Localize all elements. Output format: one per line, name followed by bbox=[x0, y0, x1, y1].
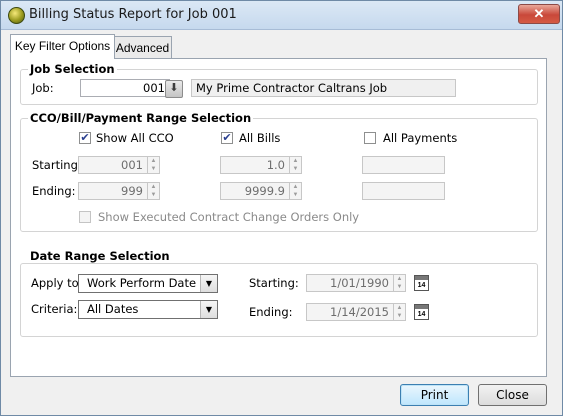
end-date-calendar-icon[interactable]: 14 bbox=[414, 304, 429, 320]
cco-end-spinner[interactable]: ▲ ▼ bbox=[148, 182, 160, 200]
payment-end-input[interactable] bbox=[362, 182, 445, 200]
apply-to-select[interactable]: Work Perform Date ▼ bbox=[78, 274, 218, 293]
bill-end-input[interactable]: 9999.9 bbox=[220, 182, 290, 200]
job-label: Job: bbox=[32, 81, 54, 95]
window-close-icon[interactable]: ✕ bbox=[518, 4, 560, 24]
all-payments-label: All Payments bbox=[383, 131, 458, 145]
job-lookup-icon[interactable]: ⬇ bbox=[165, 80, 183, 98]
show-all-cco-label: Show All CCO bbox=[96, 131, 174, 145]
report-window: Billing Status Report for Job 001 ✕ Key … bbox=[0, 0, 563, 416]
tab-advanced[interactable]: Advanced bbox=[113, 36, 172, 59]
app-icon bbox=[8, 7, 25, 24]
start-date-calendar-icon[interactable]: 14 bbox=[414, 275, 429, 291]
key-filter-panel: Job Selection Job: 001 ⬇ My Prime Contra… bbox=[10, 58, 547, 377]
job-name-display: My Prime Contractor Caltrans Job bbox=[191, 79, 456, 97]
close-button[interactable]: Close bbox=[478, 384, 547, 406]
all-bills-checkbox[interactable]: ✔ bbox=[221, 132, 233, 144]
all-payments-checkbox[interactable] bbox=[364, 132, 376, 144]
executed-cco-only-checkbox[interactable] bbox=[79, 211, 91, 223]
job-number-input[interactable]: 001 bbox=[80, 79, 170, 97]
title-bar: Billing Status Report for Job 001 ✕ bbox=[1, 1, 562, 30]
start-date-spinner[interactable]: ▲ ▼ bbox=[394, 274, 406, 292]
cco-start-spinner[interactable]: ▲ ▼ bbox=[148, 156, 160, 174]
show-all-cco-checkbox[interactable]: ✔ bbox=[79, 132, 91, 144]
criteria-select[interactable]: All Dates ▼ bbox=[78, 300, 218, 319]
date-ending-label: Ending: bbox=[249, 305, 293, 319]
print-button[interactable]: Print bbox=[400, 384, 469, 406]
job-selection-title: Job Selection bbox=[28, 62, 117, 76]
date-starting-label: Starting: bbox=[249, 276, 299, 290]
cco-ending-label: Ending: bbox=[32, 184, 76, 198]
end-date-input[interactable]: 1/14/2015 bbox=[306, 303, 394, 321]
date-range-title: Date Range Selection bbox=[28, 249, 172, 263]
start-date-input[interactable]: 1/01/1990 bbox=[306, 274, 394, 292]
all-bills-label: All Bills bbox=[239, 131, 281, 145]
cco-start-input[interactable]: 001 bbox=[78, 156, 148, 174]
chevron-down-icon[interactable]: ▼ bbox=[200, 275, 217, 292]
chevron-down-icon[interactable]: ▼ bbox=[200, 301, 217, 318]
end-date-spinner[interactable]: ▲ ▼ bbox=[394, 303, 406, 321]
bill-start-spinner[interactable]: ▲ ▼ bbox=[290, 156, 302, 174]
criteria-value: All Dates bbox=[87, 302, 139, 316]
apply-to-value: Work Perform Date bbox=[87, 276, 197, 290]
payment-start-input[interactable] bbox=[362, 156, 445, 174]
cco-range-title: CCO/Bill/Payment Range Selection bbox=[28, 111, 254, 125]
executed-cco-only-label: Show Executed Contract Change Orders Onl… bbox=[98, 210, 360, 224]
cco-end-input[interactable]: 999 bbox=[78, 182, 148, 200]
window-title: Billing Status Report for Job 001 bbox=[29, 7, 237, 22]
criteria-label: Criteria: bbox=[31, 302, 78, 316]
apply-to-label: Apply to: bbox=[31, 276, 83, 290]
cco-starting-label: Starting: bbox=[32, 158, 82, 172]
bill-end-spinner[interactable]: ▲ ▼ bbox=[290, 182, 302, 200]
bill-start-input[interactable]: 1.0 bbox=[220, 156, 290, 174]
tab-key-filter-options[interactable]: Key Filter Options bbox=[10, 34, 115, 59]
